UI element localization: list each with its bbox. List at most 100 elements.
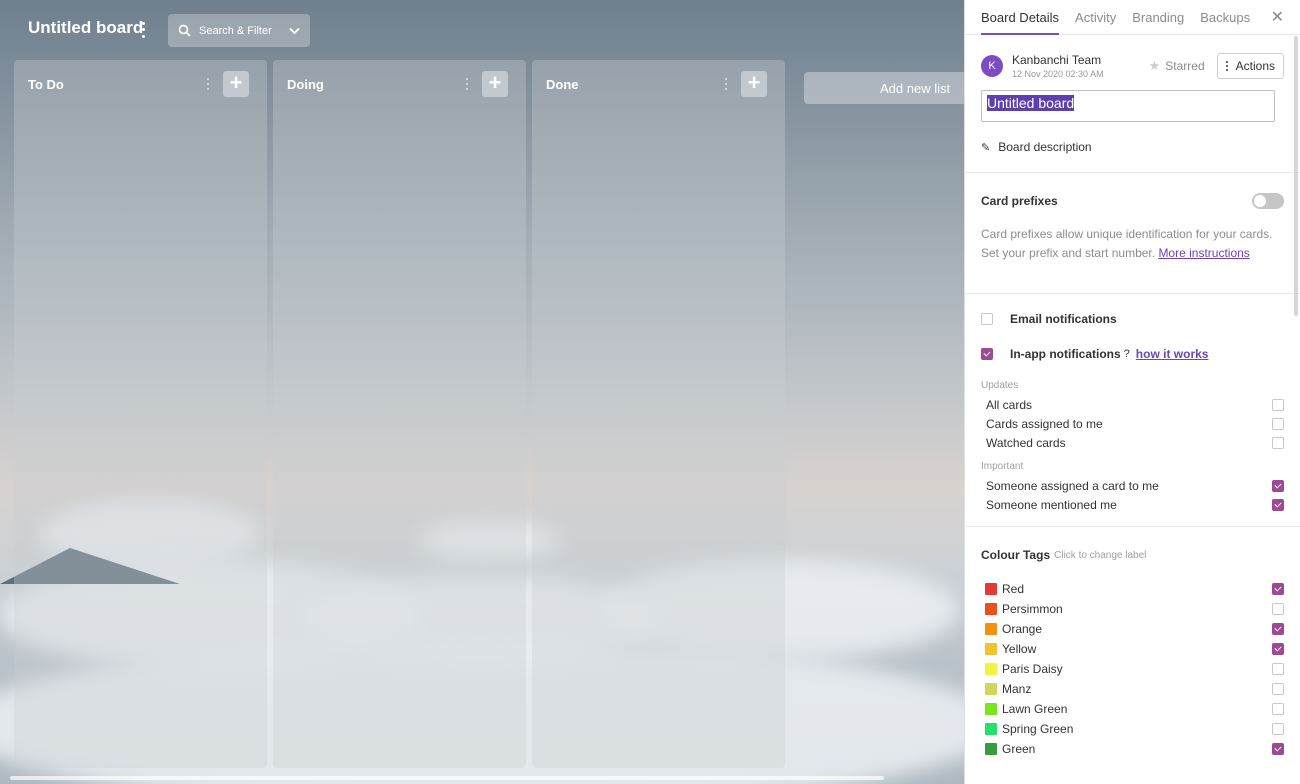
- colour-tag-checkbox[interactable]: [1272, 743, 1284, 755]
- colour-tag-label[interactable]: Green: [1002, 742, 1035, 756]
- avatar: K: [981, 54, 1003, 77]
- inapp-notifications-label: In-app notifications: [1010, 346, 1121, 361]
- board-title-input[interactable]: Untitled board: [981, 90, 1275, 122]
- colour-tag-row[interactable]: Spring Green: [981, 719, 1284, 739]
- colour-tag-checkbox[interactable]: [1272, 643, 1284, 655]
- card-prefixes-toggle[interactable]: [1252, 193, 1284, 209]
- created-date: 12 Nov 2020 02:30 AM: [1012, 68, 1104, 79]
- add-new-list-button[interactable]: Add new list: [804, 72, 964, 104]
- colour-tag-checkbox[interactable]: [1272, 603, 1284, 615]
- team-row: K Kanbanchi Team 12 Nov 2020 02:30 AM ★ …: [981, 35, 1284, 90]
- tab-branding[interactable]: Branding: [1132, 0, 1184, 35]
- colour-tag-checkbox[interactable]: [1272, 583, 1284, 595]
- starred-label: Starred: [1165, 58, 1205, 73]
- card-prefixes-header: Card prefixes: [981, 173, 1284, 225]
- tab-activity[interactable]: Activity: [1075, 0, 1116, 35]
- email-notifications-row: Email notifications: [981, 301, 1284, 336]
- colour-tags-heading: Colour Tags: [981, 548, 1051, 562]
- notifications-section: Email notifications In-app notifications…: [965, 294, 1300, 527]
- list-column: To Do +: [14, 60, 267, 768]
- board-description-button[interactable]: ✎ Board description: [981, 122, 1284, 172]
- close-icon[interactable]: ✕: [1271, 7, 1284, 27]
- more-instructions-link[interactable]: More instructions: [1158, 246, 1249, 260]
- team-info: Kanbanchi Team 12 Nov 2020 02:30 AM: [1012, 53, 1104, 79]
- colour-swatch: [985, 743, 997, 755]
- colour-tag-label[interactable]: Orange: [1002, 622, 1042, 636]
- add-card-button[interactable]: +: [741, 71, 767, 97]
- colour-tag-checkbox[interactable]: [1272, 683, 1284, 695]
- list-header: Done +: [532, 60, 785, 108]
- email-notifications-checkbox[interactable]: [981, 312, 993, 325]
- list-menu-icon[interactable]: [725, 78, 727, 90]
- colour-tag-checkbox[interactable]: [1272, 623, 1284, 635]
- actions-button[interactable]: Actions: [1216, 52, 1284, 79]
- starred-button[interactable]: ★ Starred: [1149, 58, 1205, 74]
- colour-tags-hint: Click to change label: [1054, 549, 1147, 561]
- colour-tag-row[interactable]: Lawn Green: [981, 699, 1284, 719]
- important-group-label: Important: [981, 460, 1024, 472]
- notification-option-checkbox[interactable]: [1272, 498, 1284, 511]
- tab-board-details[interactable]: Board Details: [981, 0, 1060, 35]
- colour-tag-label[interactable]: Paris Daisy: [1002, 662, 1063, 676]
- list-header: To Do +: [14, 60, 267, 108]
- colour-swatch: [985, 643, 997, 655]
- add-card-button[interactable]: +: [482, 71, 508, 97]
- team-name: Kanbanchi Team: [1012, 52, 1102, 67]
- list-menu-icon[interactable]: [207, 78, 209, 90]
- colour-tag-checkbox[interactable]: [1272, 703, 1284, 715]
- list-menu-icon[interactable]: [466, 78, 468, 90]
- colour-tag-label[interactable]: Red: [1002, 582, 1024, 596]
- help-icon[interactable]: ?: [1124, 348, 1130, 360]
- card-prefixes-section: Card prefixes Card prefixes allow unique…: [965, 173, 1300, 294]
- list-title[interactable]: To Do: [28, 77, 64, 92]
- notification-option: Someone mentioned me: [981, 495, 1284, 514]
- list-title[interactable]: Doing: [287, 77, 324, 92]
- list-title[interactable]: Done: [546, 77, 579, 92]
- how-it-works-link[interactable]: how it works: [1136, 347, 1209, 361]
- colour-tag-label[interactable]: Yellow: [1002, 642, 1036, 656]
- colour-tag-label[interactable]: Spring Green: [1002, 722, 1073, 736]
- horizontal-scrollbar[interactable]: [10, 776, 884, 780]
- colour-swatch: [985, 603, 997, 615]
- board-title-input-value: Untitled board: [987, 95, 1075, 111]
- board-menu-icon[interactable]: [138, 20, 148, 40]
- notification-option-label: Someone assigned a card to me: [986, 478, 1159, 493]
- colour-tag-row[interactable]: Persimmon: [981, 599, 1284, 619]
- add-card-button[interactable]: +: [223, 71, 249, 97]
- notification-option-checkbox[interactable]: [1272, 398, 1284, 411]
- notification-option-label: Watched cards: [986, 435, 1066, 450]
- notification-option-checkbox[interactable]: [1272, 479, 1284, 492]
- inapp-notifications-checkbox[interactable]: [981, 347, 993, 360]
- notification-option-checkbox[interactable]: [1272, 436, 1284, 449]
- colour-tag-label[interactable]: Manz: [1002, 682, 1031, 696]
- colour-tag-row[interactable]: Orange: [981, 619, 1284, 639]
- notification-option-checkbox[interactable]: [1272, 417, 1284, 430]
- colour-swatch: [985, 723, 997, 735]
- colour-tag-row[interactable]: Yellow: [981, 639, 1284, 659]
- colour-tag-row[interactable]: Paris Daisy: [981, 659, 1284, 679]
- colour-swatch: [985, 623, 997, 635]
- actions-label: Actions: [1235, 58, 1275, 73]
- board-title[interactable]: Untitled board: [28, 18, 143, 38]
- colour-tag-label[interactable]: Lawn Green: [1002, 702, 1067, 716]
- colour-tag-row[interactable]: Manz: [981, 679, 1284, 699]
- search-filter-button[interactable]: Search & Filter: [168, 14, 310, 47]
- colour-tags-section: Colour Tags Click to change label Red Per…: [965, 527, 1300, 759]
- colour-swatch: [985, 683, 997, 695]
- updates-group-label: Updates: [981, 379, 1019, 391]
- notification-option: All cards: [981, 395, 1284, 414]
- colour-tag-checkbox[interactable]: [1272, 663, 1284, 675]
- tab-backups[interactable]: Backups: [1200, 0, 1250, 35]
- colour-tags-header: Colour Tags Click to change label: [981, 527, 1284, 579]
- colour-tag-checkbox[interactable]: [1272, 723, 1284, 735]
- notification-option-label: Someone mentioned me: [986, 497, 1117, 512]
- star-icon: ★: [1148, 57, 1161, 73]
- colour-tag-row[interactable]: Green: [981, 739, 1284, 759]
- colour-swatch: [985, 663, 997, 675]
- panel-scrollbar[interactable]: [1294, 36, 1298, 316]
- colour-tag-row[interactable]: Red: [981, 579, 1284, 599]
- search-icon: [178, 24, 191, 37]
- inapp-notifications-row: In-app notifications ? how it works: [981, 336, 1284, 371]
- notification-option: Cards assigned to me: [981, 414, 1284, 433]
- colour-tag-label[interactable]: Persimmon: [1002, 602, 1063, 616]
